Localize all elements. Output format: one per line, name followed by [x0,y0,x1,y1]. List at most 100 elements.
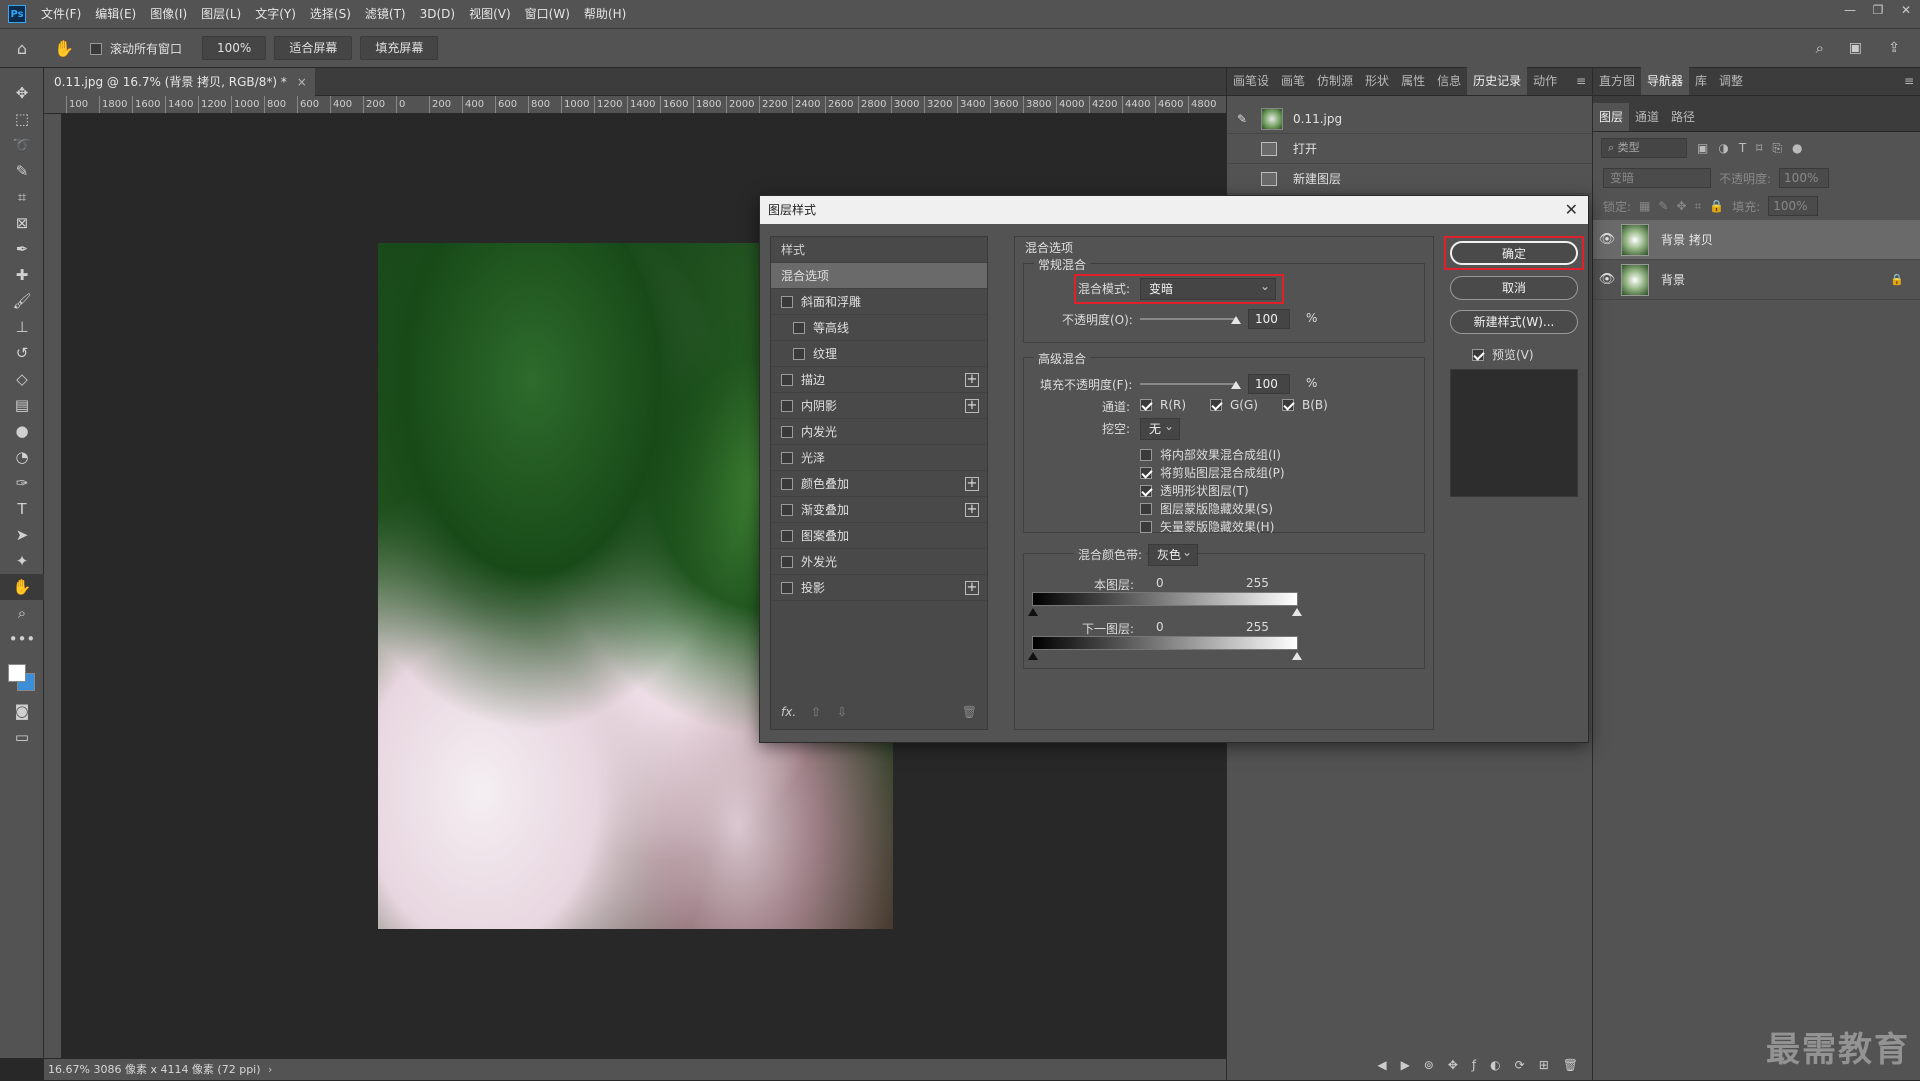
move-tool-icon[interactable]: ✥ [0,80,44,106]
filter-smart-icon[interactable]: ⎘ [1772,141,1782,156]
underlying-layer-black-slider[interactable] [1028,652,1038,660]
style-checkbox[interactable] [781,425,793,438]
style-item[interactable]: 投影 + [771,575,987,601]
fill-opacity-slider-thumb[interactable] [1231,381,1241,389]
stamp-tool-icon[interactable]: ⊥ [0,314,44,340]
lock-artboard-icon[interactable]: ⌗ [1695,199,1702,214]
frame-tool-icon[interactable]: ⊠ [0,210,44,236]
style-checkbox[interactable] [781,373,793,386]
style-item[interactable]: 外发光 [771,549,987,575]
channel-r-checkbox[interactable]: R(R) [1140,398,1186,412]
share-icon[interactable]: ⇪ [1888,40,1900,56]
style-checkbox[interactable] [781,581,793,594]
move-icon[interactable]: ✥ [1448,1058,1458,1072]
style-item[interactable]: 混合选项 [771,263,987,289]
menu-filter[interactable]: 滤镜(T) [358,0,413,28]
menu-layer[interactable]: 图层(L) [194,0,248,28]
blend-if-select[interactable]: 灰色 [1148,542,1198,566]
crop-tool-icon[interactable]: ⌗ [0,184,44,210]
tab-brush-settings[interactable]: 画笔设 [1227,67,1275,95]
cancel-button[interactable]: 取消 [1450,276,1578,300]
opacity-slider-thumb[interactable] [1231,316,1241,324]
vector-mask-hides-checkbox[interactable]: 矢量蒙版隐藏效果(H) [1140,518,1274,535]
pen-tool-icon[interactable]: ✑ [0,470,44,496]
brush-tool-icon[interactable]: 🖌 [0,288,44,314]
lock-pixels-icon[interactable]: ▦ [1639,199,1650,213]
close-window-button[interactable]: ✕ [1892,0,1920,20]
menu-image[interactable]: 图像(I) [143,0,194,28]
filter-toggle-icon[interactable]: ● [1792,141,1802,155]
style-item[interactable]: 颜色叠加 + [771,471,987,497]
panel-menu-icon[interactable]: ≡ [1570,67,1592,95]
more-tools-icon[interactable]: ••• [0,626,44,652]
fx-icon[interactable]: fx. [781,705,796,719]
tab-libraries[interactable]: 库 [1689,67,1713,95]
menu-select[interactable]: 选择(S) [303,0,358,28]
zoom-tool-icon[interactable]: ⌕ [0,600,44,626]
knockout-select[interactable]: 无 [1140,416,1180,440]
channel-b-checkbox[interactable]: B(B) [1282,398,1328,412]
style-checkbox[interactable] [781,399,793,412]
style-item[interactable]: 图案叠加 [771,523,987,549]
style-checkbox[interactable] [781,503,793,516]
lock-paint-icon[interactable]: ✎ [1658,199,1668,213]
menu-3d[interactable]: 3D(D) [413,0,462,28]
fill-field[interactable]: 100% [1768,196,1819,216]
layer-filter-select[interactable]: ⌕ 类型 [1601,138,1687,158]
channel-g-checkbox[interactable]: G(G) [1210,398,1258,412]
quick-mask-icon[interactable]: ◙ [0,698,44,724]
style-item[interactable]: 内发光 [771,419,987,445]
workspace-icon[interactable]: ▣ [1849,40,1862,56]
document-tab[interactable]: 0.11.jpg @ 16.7% (背景 拷贝, RGB/8*) * × [44,68,315,96]
healing-tool-icon[interactable]: ✚ [0,262,44,288]
this-layer-black-slider[interactable] [1028,608,1038,616]
style-item[interactable]: 等高线 [771,315,987,341]
menu-edit[interactable]: 编辑(E) [88,0,143,28]
menu-file[interactable]: 文件(F) [34,0,88,28]
trash-icon[interactable]: 🗑 [962,705,977,719]
add-effect-plus-icon[interactable]: + [965,373,979,387]
filter-pixel-icon[interactable]: ▣ [1697,141,1708,155]
style-item[interactable]: 光泽 [771,445,987,471]
tab-navigator[interactable]: 导航器 [1641,67,1690,95]
mask-icon[interactable]: ◐ [1490,1058,1500,1072]
fit-screen-button[interactable]: 适合屏幕 [274,36,353,60]
add-effect-plus-icon[interactable]: + [965,399,979,413]
style-checkbox[interactable] [793,347,805,360]
marquee-tool-icon[interactable]: ⬚ [0,106,44,132]
this-layer-white-slider[interactable] [1292,608,1302,616]
fx-icon[interactable]: ƒ [1472,1058,1476,1072]
style-checkbox[interactable] [781,451,793,464]
foreground-color-swatch[interactable] [8,664,26,682]
style-checkbox[interactable] [793,321,805,334]
opacity-slider-track[interactable] [1140,318,1236,320]
layer-row-background[interactable]: 👁 背景 🔒 [1593,260,1920,300]
layer-blend-mode-select[interactable]: 变暗 [1603,168,1711,188]
screen-mode-icon[interactable]: ▭ [0,724,44,750]
history-item[interactable]: 新建图层 [1227,164,1592,194]
visibility-eye-icon[interactable]: 👁 [1593,232,1621,247]
tab-channels[interactable]: 通道 [1629,103,1665,131]
hand-tool-icon[interactable]: ✋ [44,39,84,58]
status-arrow-icon[interactable]: › [268,1063,272,1076]
style-checkbox[interactable] [781,555,793,568]
layer-mask-hides-checkbox[interactable]: 图层蒙版隐藏效果(S) [1140,500,1273,517]
style-item[interactable]: 渐变叠加 + [771,497,987,523]
style-checkbox[interactable] [781,529,793,542]
fill-screen-button[interactable]: 填充屏幕 [360,36,439,60]
hand-tool-icon[interactable]: ✋ [0,574,44,600]
close-tab-icon[interactable]: × [297,68,307,96]
transparency-shapes-checkbox[interactable]: 透明形状图层(T) [1140,482,1249,499]
history-brush-source-icon[interactable]: ✎ [1237,112,1261,126]
dialog-titlebar[interactable]: 图层样式 ✕ [760,196,1588,224]
minimize-button[interactable]: — [1836,0,1864,20]
shape-tool-icon[interactable]: ✦ [0,548,44,574]
fill-opacity-field[interactable]: 100 [1248,374,1290,394]
tab-paths[interactable]: 路径 [1665,103,1701,131]
lock-all-icon[interactable]: 🔒 [1709,199,1724,213]
eyedropper-tool-icon[interactable]: ✒ [0,236,44,262]
visibility-eye-icon[interactable]: 👁 [1593,272,1621,287]
dodge-tool-icon[interactable]: ◔ [0,444,44,470]
type-tool-icon[interactable]: T [0,496,44,522]
tab-adjustments[interactable]: 调整 [1713,67,1749,95]
